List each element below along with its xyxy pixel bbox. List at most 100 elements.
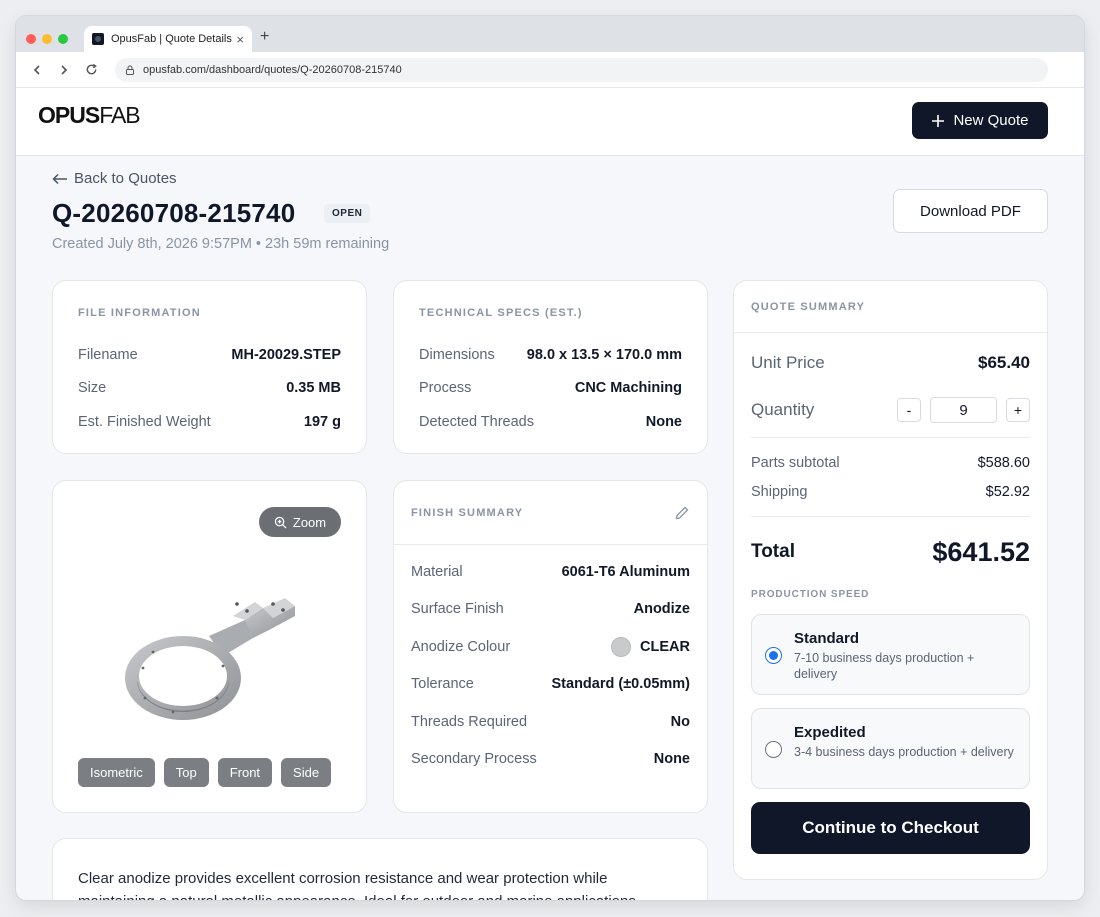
kv-row: Material 6061-T6 Aluminum (411, 553, 690, 591)
browser-tab[interactable]: OpusFab | Quote Details × (84, 26, 252, 52)
kv-row: Size 0.35 MB (78, 372, 341, 406)
speed-option-standard[interactable]: Standard 7-10 business days production +… (751, 614, 1030, 695)
view-buttons: Isometric Top Front Side (78, 758, 332, 787)
back-to-quotes-link[interactable]: Back to Quotes (52, 170, 177, 187)
download-pdf-button[interactable]: Download PDF (893, 189, 1048, 233)
address-bar: opusfab.com/dashboard/quotes/Q-20260708-… (16, 52, 1084, 88)
kv-row: Dimensions 98.0 x 13.5 × 170.0 mm (419, 338, 682, 372)
kv-value: 197 g (303, 413, 341, 430)
kv-value: No (670, 713, 690, 730)
production-speed-title: PRODUCTION SPEED (751, 589, 870, 600)
lock-icon (126, 65, 134, 75)
pencil-icon[interactable] (674, 505, 690, 521)
quote-meta: Created July 8th, 2026 9:57PM • 23h 59m … (52, 236, 390, 252)
shipping-value: $52.92 (985, 483, 1030, 500)
increase-quantity-button[interactable]: + (1006, 398, 1030, 422)
page-title: Q-20260708-215740 (52, 198, 296, 228)
card-title: FINISH SUMMARY (411, 506, 524, 519)
quantity-row: Quantity - + (751, 385, 1030, 438)
kv-label: Filename (78, 346, 138, 363)
kv-label: Est. Finished Weight (78, 413, 211, 430)
view-isometric-button[interactable]: Isometric (78, 758, 155, 787)
total-value: $641.52 (932, 536, 1030, 567)
new-quote-button[interactable]: New Quote (912, 102, 1048, 139)
kv-label: Process (419, 380, 472, 397)
finish-description-card: Clear anodize provides excellent corrosi… (52, 838, 708, 900)
radio-expedited[interactable] (765, 741, 782, 758)
subtotal-value: $588.60 (977, 454, 1030, 471)
kv-row: Filename MH-20029.STEP (78, 338, 341, 372)
quantity-stepper: - + (897, 397, 1030, 423)
option-description: 3-4 business days production + delivery (794, 745, 1014, 759)
kv-value: None (645, 413, 682, 430)
maximize-window-icon[interactable] (58, 34, 68, 44)
option-name: Standard (794, 630, 860, 647)
new-quote-label: New Quote (953, 112, 1029, 129)
kv-label: Surface Finish (411, 601, 504, 618)
url-field[interactable]: opusfab.com/dashboard/quotes/Q-20260708-… (115, 57, 1048, 82)
back-nav-icon[interactable] (26, 59, 48, 81)
arrow-left-icon (52, 173, 67, 184)
kv-row: Parts subtotal $588.60 (751, 448, 1030, 477)
tab-close-icon[interactable]: × (236, 32, 244, 47)
part-3d-render[interactable] (113, 576, 313, 736)
kv-row: Anodize Colour CLEAR (411, 628, 690, 666)
url-text: opusfab.com/dashboard/quotes/Q-20260708-… (143, 63, 402, 76)
reload-icon[interactable] (80, 59, 102, 81)
kv-row: Secondary Process None (411, 741, 690, 779)
radio-standard[interactable] (765, 647, 782, 664)
unit-price-row: Unit Price $65.40 (751, 341, 1030, 385)
view-top-button[interactable]: Top (163, 758, 209, 787)
subtotal-label: Parts subtotal (751, 454, 840, 471)
continue-to-checkout-button[interactable]: Continue to Checkout (751, 802, 1030, 854)
finish-description: Clear anodize provides excellent corrosi… (78, 870, 640, 900)
card-title: QUOTE SUMMARY (751, 300, 866, 313)
kv-row: Surface Finish Anodize (411, 591, 690, 629)
kv-label: Material (411, 563, 463, 580)
browser-window: OpusFab | Quote Details × + opusfab.com/… (16, 16, 1084, 900)
view-front-button[interactable]: Front (217, 758, 273, 787)
part-viewer-card: Zoom Isometric Top Front Side (52, 480, 367, 813)
quote-summary-header: QUOTE SUMMARY (734, 281, 1047, 333)
option-description: 7-10 business days production + delivery (794, 651, 975, 681)
kv-value: CLEAR (640, 638, 690, 655)
kv-label: Anodize Colour (411, 638, 511, 655)
minimize-window-icon[interactable] (42, 34, 52, 44)
logo-bold: OPUS (38, 102, 100, 128)
unit-price-value: $65.40 (978, 353, 1030, 372)
unit-price-label: Unit Price (751, 353, 825, 372)
quantity-input[interactable] (930, 397, 997, 423)
speed-option-expedited[interactable]: Expedited 3-4 business days production +… (751, 708, 1030, 789)
logo-light: FAB (99, 102, 140, 128)
kv-value: CNC Machining (574, 380, 682, 397)
back-label: Back to Quotes (74, 170, 177, 187)
kv-row: Process CNC Machining (419, 372, 682, 406)
view-side-button[interactable]: Side (281, 758, 332, 787)
zoom-label: Zoom (292, 514, 327, 530)
kv-value: 0.35 MB (286, 380, 341, 397)
zoom-button[interactable]: Zoom (259, 507, 341, 537)
logo[interactable]: OPUSFAB (38, 102, 141, 129)
quote-summary-body: Unit Price $65.40 Quantity - + Parts sub… (734, 341, 1047, 854)
new-tab-icon[interactable]: + (260, 28, 269, 46)
forward-nav-icon[interactable] (53, 59, 75, 81)
kv-value: None (653, 751, 690, 768)
finish-summary-header: FINISH SUMMARY (394, 481, 707, 545)
close-window-icon[interactable] (26, 34, 36, 44)
tab-title: OpusFab | Quote Details (111, 33, 232, 45)
decrease-quantity-button[interactable]: - (897, 398, 921, 422)
total-label: Total (751, 541, 795, 562)
finish-rows: Material 6061-T6 Aluminum Surface Finish A… (394, 545, 707, 778)
kv-value: Standard (±0.05mm) (551, 676, 691, 693)
kv-label: Dimensions (419, 346, 495, 363)
zoom-in-icon (274, 516, 287, 529)
kv-label: Detected Threads (419, 413, 534, 430)
kv-value: Anodize (633, 601, 690, 618)
technical-specs-card: TECHNICAL SPECS (EST.) Dimensions 98.0 x … (393, 280, 708, 454)
file-information-card: FILE INFORMATION Filename MH-20029.STEP S… (52, 280, 367, 454)
shipping-label: Shipping (751, 483, 808, 500)
kv-value: 6061-T6 Aluminum (561, 563, 690, 580)
kv-label: Secondary Process (411, 751, 537, 768)
kv-row: Threads Required No (411, 703, 690, 741)
kv-label: Size (78, 380, 107, 397)
